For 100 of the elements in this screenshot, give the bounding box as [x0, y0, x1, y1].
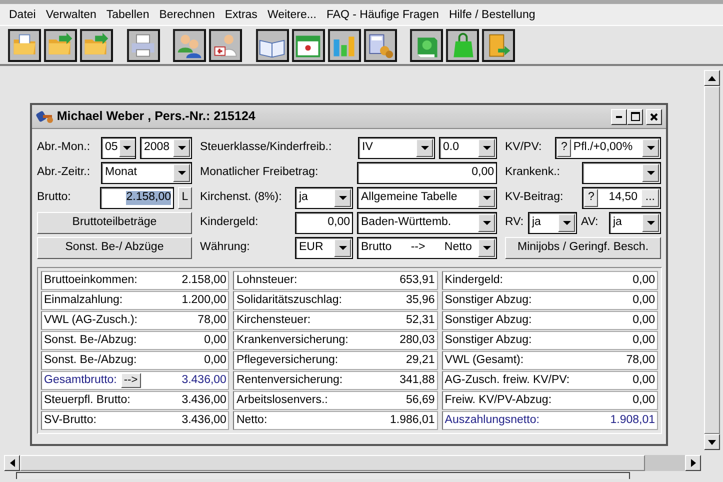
scrollbar-thumb[interactable] — [704, 86, 720, 434]
scrollbar-thumb[interactable] — [20, 455, 645, 471]
result-value: 0,00 — [632, 334, 655, 348]
toolbar-button[interactable] — [446, 29, 480, 62]
menu-item[interactable]: Extras — [220, 4, 262, 25]
dropdown-button[interactable] — [642, 214, 659, 232]
close-button[interactable] — [646, 108, 662, 124]
scroll-down-button[interactable] — [704, 434, 720, 450]
combo-box[interactable]: EUR — [295, 237, 353, 259]
field-label: Monatlicher Freibetrag: — [200, 166, 320, 180]
menu-item[interactable]: Berechnen — [154, 4, 220, 25]
dropdown-button[interactable] — [173, 164, 190, 182]
dropdown-button[interactable] — [478, 214, 495, 232]
toolbar-button[interactable] — [410, 29, 444, 62]
result-label: Bruttoeinkommen: — [44, 274, 138, 288]
dropdown-button[interactable] — [334, 239, 351, 257]
dropdown-button[interactable] — [642, 139, 659, 157]
menu-item[interactable]: FAQ - Häufige Fragen — [321, 4, 444, 25]
combo-box[interactable]: 05 — [101, 137, 136, 159]
help-button[interactable]: ? — [584, 189, 598, 207]
push-button[interactable]: L — [178, 187, 192, 209]
field-label: Steuerklasse/Kinderfreib.: — [200, 141, 333, 155]
result-label: Sonstiger Abzug: — [444, 314, 532, 328]
result-label: Lohnsteuer: — [236, 274, 298, 288]
menu-item[interactable]: Weitere... — [262, 4, 322, 25]
menu-item[interactable]: Tabellen — [101, 4, 154, 25]
dropdown-button[interactable] — [416, 139, 433, 157]
help-button[interactable]: ? — [557, 139, 572, 157]
dropdown-button[interactable] — [642, 164, 659, 182]
toolbar-button[interactable] — [482, 29, 515, 62]
menu-item[interactable]: Verwalten — [40, 4, 102, 25]
toolbar-button[interactable] — [44, 29, 77, 62]
combo-box[interactable]: ja — [609, 212, 661, 234]
minimize-icon — [616, 116, 622, 118]
combo-box[interactable]: ja — [528, 212, 577, 234]
toolbar-button[interactable] — [256, 29, 289, 62]
field-label: AV: — [581, 216, 600, 230]
combo-box[interactable]: Baden-Württemb. — [357, 212, 497, 234]
dropdown-button[interactable] — [558, 214, 575, 232]
maximize-button[interactable] — [627, 108, 644, 124]
field-label: RV: — [505, 216, 524, 230]
result-value: 78,00 — [626, 354, 655, 368]
result-label: Kirchensteuer: — [236, 314, 311, 328]
field-value: Pfl./+0,00% — [573, 141, 634, 155]
result-label: Steuerpfl. Brutto: — [44, 394, 130, 408]
input-field[interactable]: 0,00 — [295, 212, 353, 234]
result-value: 0,00 — [632, 274, 655, 288]
dropdown-button[interactable] — [478, 139, 495, 157]
result-label: Einmalzahlung: — [44, 294, 123, 308]
toolbar-button[interactable] — [328, 29, 361, 62]
right-arrow-icon — [690, 459, 696, 467]
dropdown-button[interactable] — [478, 239, 495, 257]
result-label: AG-Zusch. freiw. KV/PV: — [444, 374, 570, 388]
result-value: 3.436,00 — [182, 414, 226, 428]
result-label: VWL (AG-Zusch.): — [44, 314, 138, 328]
push-button[interactable]: Sonst. Be-/ Abzüge — [37, 237, 192, 259]
toolbar-button[interactable] — [292, 29, 325, 62]
close-icon — [650, 112, 658, 120]
left-arrow-icon — [10, 459, 14, 467]
field-label: Brutto: — [37, 191, 72, 205]
result-value: 1.200,00 — [182, 294, 226, 308]
field-label: Kirchenst. (8%): — [200, 191, 283, 205]
combo-box[interactable]: Brutto --> Netto — [357, 237, 497, 259]
result-value: 35,96 — [406, 294, 435, 308]
scroll-up-button[interactable] — [704, 70, 720, 86]
combo-box[interactable]: 0.0 — [439, 137, 497, 159]
combo-box[interactable]: IV — [358, 137, 435, 159]
combo-box[interactable]: ja — [295, 187, 353, 209]
toolbar-button[interactable] — [126, 29, 160, 62]
dropdown-button[interactable] — [478, 189, 495, 207]
result-value: 0,00 — [632, 374, 655, 388]
toolbar-button[interactable] — [173, 29, 206, 62]
combo-box[interactable]: ? Pfl./+0,00% — [555, 137, 661, 159]
browse-button[interactable]: ... — [641, 189, 659, 207]
minimize-button[interactable] — [611, 108, 628, 124]
result-label: Rentenversicherung: — [236, 374, 343, 388]
push-button[interactable]: Minijobs / Geringf. Besch. — [505, 237, 661, 259]
menu-item[interactable]: Datei — [4, 4, 41, 25]
input-field[interactable]: 0,00 — [357, 162, 497, 184]
combo-box[interactable]: Allgemeine Tabelle — [357, 187, 497, 209]
maximize-icon — [630, 112, 640, 121]
toolbar-button[interactable] — [8, 29, 41, 62]
combo-box[interactable]: Monat — [101, 162, 192, 184]
scroll-right-button[interactable] — [685, 455, 701, 471]
result-label: Sonstiger Abzug: — [444, 334, 532, 348]
dropdown-button[interactable] — [118, 139, 135, 157]
menu-item[interactable]: Hilfe / Bestellung — [444, 4, 540, 25]
toolbar-button[interactable] — [364, 29, 396, 62]
combo-box[interactable] — [582, 162, 661, 184]
result-value: 52,31 — [406, 314, 435, 328]
input-field[interactable]: 2.158,00 — [100, 187, 174, 209]
printer-icon — [129, 32, 157, 60]
dropdown-button[interactable] — [173, 139, 190, 157]
arrow-button[interactable]: --> — [120, 373, 141, 388]
toolbar-button[interactable] — [80, 29, 113, 62]
toolbar-button[interactable] — [209, 29, 242, 62]
combo-box[interactable]: 2008 — [140, 137, 192, 159]
dropdown-button[interactable] — [334, 189, 351, 207]
scroll-left-button[interactable] — [4, 455, 20, 471]
push-button[interactable]: Bruttoteilbeträge — [37, 212, 192, 234]
